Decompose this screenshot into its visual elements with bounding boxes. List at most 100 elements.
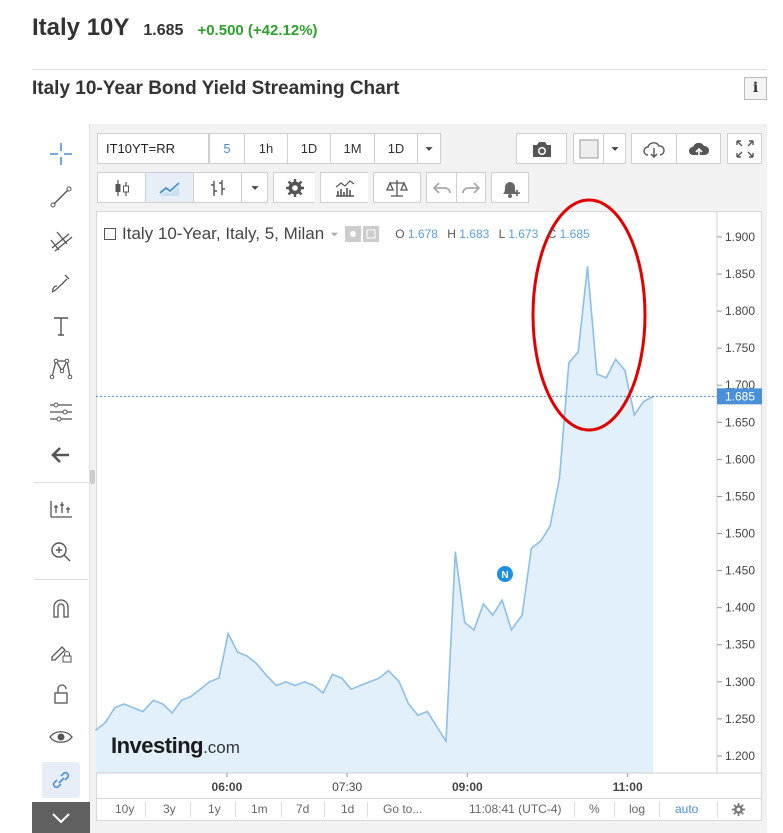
- indicators-button[interactable]: [320, 172, 368, 203]
- go-to-button[interactable]: Go to...: [383, 802, 422, 816]
- pattern-tool[interactable]: [42, 351, 80, 387]
- instrument-name: Italy 10Y: [32, 14, 130, 41]
- unlock-tool[interactable]: [42, 676, 80, 712]
- low-value: 1.673: [508, 227, 539, 241]
- tool-divider: [34, 579, 88, 580]
- gear-icon: [285, 178, 304, 197]
- range-7d-button[interactable]: 7d: [296, 802, 309, 816]
- fullscreen-icon: [735, 139, 754, 158]
- brush-icon: [51, 274, 70, 293]
- range-1d-button[interactable]: 1d: [341, 802, 354, 816]
- redo-button[interactable]: [456, 172, 486, 203]
- log-toggle[interactable]: log: [629, 802, 645, 816]
- collapse-toolbar-button[interactable]: [32, 802, 90, 833]
- color-picker-dropdown[interactable]: [603, 133, 626, 164]
- add-alert-button[interactable]: [491, 172, 529, 203]
- high-label: H: [447, 227, 456, 241]
- zoom-tool[interactable]: [42, 534, 80, 570]
- interval-1h-button[interactable]: 1h: [244, 133, 287, 164]
- candlestick-icon: [115, 179, 129, 196]
- scales-icon: [386, 179, 408, 197]
- brush-tool[interactable]: [42, 265, 80, 301]
- info-button[interactable]: i: [744, 77, 767, 100]
- text-icon: [54, 317, 68, 336]
- range-divider: [324, 802, 325, 817]
- camera-icon: [532, 141, 551, 157]
- pitchfork-tool[interactable]: [42, 222, 80, 258]
- load-layout-button[interactable]: [631, 133, 676, 164]
- open-value: 1.678: [407, 227, 438, 241]
- range-divider: [145, 802, 146, 817]
- range-divider: [281, 802, 282, 817]
- cloud-upload-icon: [688, 142, 709, 157]
- candles-style-button[interactable]: [97, 172, 145, 203]
- range-3y-button[interactable]: 3y: [163, 802, 176, 816]
- percent-toggle[interactable]: %: [589, 802, 600, 816]
- settings-button[interactable]: [273, 172, 315, 203]
- eye-icon: [49, 731, 73, 743]
- chart-style-dropdown[interactable]: [241, 172, 268, 203]
- crosshair-icon: [50, 143, 72, 165]
- save-layout-button[interactable]: [676, 133, 721, 164]
- snapshot-button[interactable]: [516, 133, 567, 164]
- interval-1m-button[interactable]: 1M: [330, 133, 374, 164]
- collapse-legend-icon[interactable]: [104, 228, 116, 240]
- undo-button[interactable]: [426, 172, 456, 203]
- interval-5-button[interactable]: 5: [209, 133, 244, 164]
- open-label: O: [395, 227, 405, 241]
- measure-tool[interactable]: [42, 491, 80, 527]
- link-tool[interactable]: [42, 762, 80, 798]
- bell-plus-icon: [503, 181, 520, 198]
- compare-button[interactable]: [373, 172, 421, 203]
- interval-1d-2-button[interactable]: 1D: [374, 133, 417, 164]
- legend-title: Italy 10-Year, Italy, 5, Milan: [122, 224, 325, 243]
- zoom-in-icon: [51, 542, 71, 562]
- interval-dropdown[interactable]: [417, 133, 441, 164]
- trend-line-tool[interactable]: [42, 179, 80, 215]
- area-style-button[interactable]: [145, 172, 193, 203]
- lock-drawing-tool[interactable]: [42, 633, 80, 669]
- tool-divider: [34, 482, 88, 483]
- close-value: 1.685: [559, 227, 590, 241]
- pitchfork-icon: [50, 231, 73, 252]
- bars-style-button[interactable]: [193, 172, 241, 203]
- redo-icon: [462, 181, 481, 194]
- range-1y-button[interactable]: 1y: [208, 802, 221, 816]
- chart-section-title: Italy 10-Year Bond Yield Streaming Chart: [32, 78, 400, 99]
- range-divider: [614, 802, 615, 817]
- range-divider: [659, 802, 660, 817]
- range-10y-button[interactable]: 10y: [115, 802, 134, 816]
- visibility-tool[interactable]: [42, 719, 80, 755]
- color-picker-button[interactable]: [573, 133, 603, 164]
- logo-suffix-text: .com: [203, 738, 240, 757]
- legend-ohlc: O 1.678 H 1.683 L 1.673 C 1.685: [395, 227, 595, 241]
- clock-readout: 11:08:41 (UTC-4): [469, 802, 562, 816]
- interval-1d-button[interactable]: 1D: [287, 133, 330, 164]
- trend-line-icon: [50, 186, 72, 208]
- range-divider: [574, 802, 575, 817]
- header-divider: [32, 69, 767, 70]
- text-tool[interactable]: [42, 308, 80, 344]
- fib-tool[interactable]: [42, 394, 80, 430]
- range-1m-button[interactable]: 1m: [251, 802, 268, 816]
- investing-logo: Investing.com: [111, 733, 240, 759]
- chart-pane[interactable]: [96, 211, 762, 799]
- gear-icon[interactable]: [731, 802, 746, 817]
- back-arrow-tool[interactable]: [42, 437, 80, 473]
- range-divider: [367, 802, 368, 817]
- auto-toggle[interactable]: auto: [675, 802, 698, 816]
- crosshair-tool[interactable]: [42, 136, 80, 172]
- magnet-tool[interactable]: [42, 590, 80, 626]
- fullscreen-button[interactable]: [727, 133, 762, 164]
- unlock-icon: [54, 684, 68, 704]
- symbol-input[interactable]: [97, 133, 209, 164]
- fibonacci-icon: [50, 402, 72, 422]
- ohlc-bars-icon: [210, 179, 225, 196]
- caret-down-icon[interactable]: [330, 230, 339, 239]
- legend-actions-icon[interactable]: [345, 226, 380, 242]
- logo-main-text: Investing: [111, 733, 204, 758]
- link-icon: [52, 771, 70, 789]
- ruler-bars-icon: [50, 501, 72, 518]
- range-bar: 10y 3y 1y 1m 7d 1d Go to... 11:08:41 (UT…: [96, 799, 762, 821]
- toolbar-resize-handle[interactable]: [90, 470, 95, 484]
